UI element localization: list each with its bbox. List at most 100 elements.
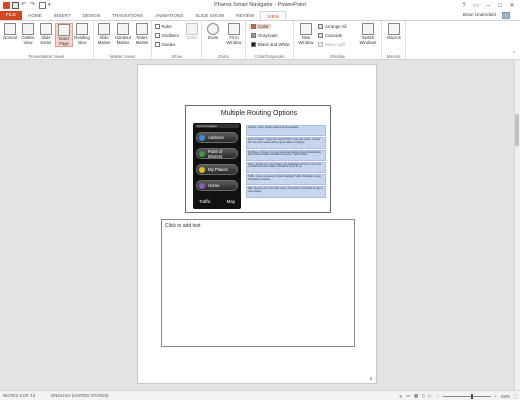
outline-view-button[interactable]: Outline View <box>19 23 37 45</box>
group-color-grayscale: Color Grayscale Black and White Color/Gr… <box>246 21 294 60</box>
tab-view[interactable]: VIEW <box>260 11 287 20</box>
minimize-icon[interactable]: – <box>482 0 494 11</box>
window-title: Pharos Smart Navigator - PowerPoint <box>214 2 306 8</box>
description-row: Point of Interest - Search the specific … <box>246 137 326 149</box>
outline-view-icon <box>22 23 34 35</box>
phone-button-poi: Point of Interest <box>196 148 238 159</box>
phone-button-home: Home <box>196 180 238 191</box>
normal-view-button[interactable]: Normal <box>1 23 19 41</box>
save-icon[interactable] <box>12 2 19 9</box>
tab-slide-show[interactable]: SLIDE SHOW <box>189 11 230 20</box>
color-option[interactable]: Color <box>249 24 271 29</box>
redo-icon[interactable]: ↷ <box>30 2 37 9</box>
ribbon-tabs: FILE HOME INSERT DESIGN TRANSITIONS ANIM… <box>0 11 520 20</box>
tab-design[interactable]: DESIGN <box>77 11 107 20</box>
notes-page-button[interactable]: Notes Page <box>55 23 73 48</box>
maximize-icon[interactable]: □ <box>494 0 506 11</box>
move-split-icon <box>318 42 323 47</box>
notes-toggle-icon[interactable]: ≡ <box>399 394 402 399</box>
handout-master-label: Handout Master <box>115 35 131 45</box>
group-presentation-views: Normal Outline View Slide Sorter Notes P… <box>0 21 94 60</box>
notes-page-icon <box>58 24 70 36</box>
ruler-checkbox[interactable]: Ruler <box>155 24 172 29</box>
gridlines-checkbox[interactable]: Gridlines <box>155 33 179 38</box>
star-icon <box>199 166 205 173</box>
normal-view-status-icon[interactable]: ▭ <box>406 393 410 399</box>
tab-review[interactable]: REVIEW <box>230 11 260 20</box>
group-label-macros: Macros <box>386 54 401 59</box>
cascade-label: Cascade <box>325 33 343 38</box>
tab-home[interactable]: HOME <box>22 11 48 20</box>
zoom-out-icon[interactable]: − <box>436 394 439 399</box>
customize-qat-icon[interactable]: ▾ <box>48 2 55 9</box>
tab-transitions[interactable]: TRANSITIONS <box>106 11 149 20</box>
close-icon[interactable]: ✕ <box>506 0 518 11</box>
arrange-all-button[interactable]: Arrange All <box>318 24 346 29</box>
status-bar: NOTES 3 OF 13 ENGLISH (UNITED STATES) ≡ … <box>0 390 520 400</box>
group-label-show: Show <box>171 54 182 59</box>
slideshow-status-icon[interactable]: ▷ <box>429 393 432 399</box>
phone-traffic-label: Traffic <box>199 199 211 204</box>
fit-slide-icon[interactable]: ⛶ <box>514 394 517 399</box>
powerpoint-app-icon[interactable] <box>3 2 10 9</box>
notes-icon <box>186 23 198 35</box>
group-window: New Window Arrange All Cascade Move Spli… <box>294 21 382 60</box>
group-master-views: Slide Master Handout Master Notes Master… <box>94 21 152 60</box>
macros-button[interactable]: Macros <box>385 23 403 41</box>
color-swatch-icon <box>251 24 256 29</box>
slide-sorter-button[interactable]: Slide Sorter <box>37 23 55 45</box>
scrollbar-thumb[interactable] <box>515 114 519 146</box>
new-window-button[interactable]: New Window <box>296 23 316 45</box>
vertical-scrollbar[interactable] <box>514 60 520 390</box>
grayscale-option[interactable]: Grayscale <box>249 33 280 38</box>
quick-access-toolbar: ↶ ↷ ▾ <box>0 2 55 9</box>
user-name[interactable]: Brian Underdahl <box>463 12 496 17</box>
tab-file[interactable]: FILE <box>0 11 22 20</box>
switch-windows-icon <box>362 23 374 35</box>
handout-master-icon <box>117 23 129 35</box>
status-right: ≡ ▭ ▦ ▯ ▷ − + 83% ⛶ <box>399 393 517 399</box>
zoom-label: Zoom <box>207 35 219 40</box>
description-list: Address - Enter specific address as a De… <box>246 125 326 199</box>
move-split-button[interactable]: Move Split <box>318 42 346 47</box>
zoom-slider[interactable] <box>442 393 491 399</box>
slide-master-icon <box>98 23 110 35</box>
notes-textbox[interactable]: Click to add text <box>161 219 355 347</box>
tab-insert[interactable]: INSERT <box>48 11 77 20</box>
new-window-icon <box>300 23 312 35</box>
switch-windows-button[interactable]: Switch Windows <box>356 23 380 45</box>
slide-counter[interactable]: NOTES 3 OF 13 <box>3 393 35 398</box>
cascade-button[interactable]: Cascade <box>318 33 342 38</box>
start-slideshow-icon[interactable] <box>39 2 46 9</box>
notes-button-label: Notes <box>186 35 198 40</box>
reading-view-status-icon[interactable]: ▯ <box>422 393 424 399</box>
slide-sorter-status-icon[interactable]: ▦ <box>414 393 418 399</box>
guides-checkbox-box[interactable] <box>155 42 160 47</box>
ribbon-display-icon[interactable]: ▭ <box>470 0 482 11</box>
notes-master-button[interactable]: Notes Master <box>133 23 151 45</box>
reading-view-button[interactable]: Reading View <box>73 23 91 45</box>
avatar[interactable] <box>502 12 510 19</box>
handout-master-button[interactable]: Handout Master <box>114 23 132 45</box>
outline-view-label: Outline View <box>21 35 35 45</box>
cascade-icon <box>318 33 323 38</box>
gridlines-checkbox-box[interactable] <box>155 33 160 38</box>
zoom-button[interactable]: Zoom <box>204 23 222 41</box>
black-and-white-option[interactable]: Black and White <box>249 42 292 47</box>
ruler-checkbox-box[interactable] <box>155 24 160 29</box>
group-zoom: Zoom Fit to Window Zoom <box>202 21 246 60</box>
help-icon[interactable]: ? <box>458 0 470 11</box>
guides-checkbox[interactable]: Guides <box>155 42 175 47</box>
collapse-ribbon-icon[interactable]: ⌃ <box>512 51 516 57</box>
language-indicator[interactable]: ENGLISH (UNITED STATES) <box>51 393 108 398</box>
zoom-slider-thumb[interactable] <box>470 393 473 399</box>
fit-to-window-button[interactable]: Fit to Window <box>223 23 245 45</box>
tab-animations[interactable]: ANIMATIONS <box>149 11 189 20</box>
slide-thumbnail[interactable]: Multiple Routing Options Smart Navigator… <box>185 105 331 213</box>
undo-icon[interactable]: ↶ <box>21 2 28 9</box>
slide-master-button[interactable]: Slide Master <box>95 23 113 45</box>
notes-button[interactable]: Notes <box>183 23 201 41</box>
arrange-all-label: Arrange All <box>325 24 347 29</box>
zoom-level[interactable]: 83% <box>501 394 510 399</box>
zoom-in-icon[interactable]: + <box>495 394 498 399</box>
